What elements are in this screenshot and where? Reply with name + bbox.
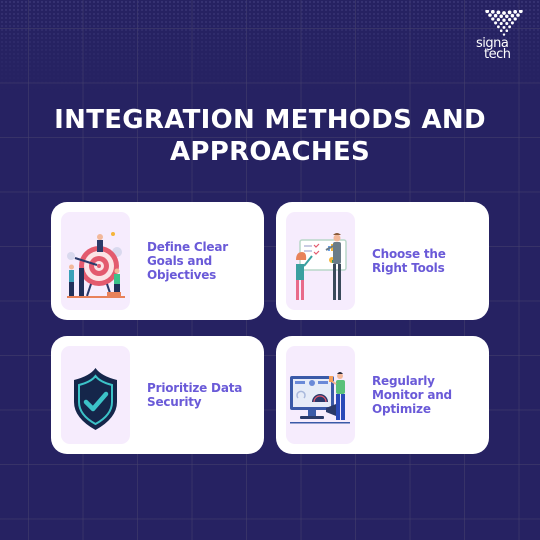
logo-dot: [505, 29, 509, 32]
logo-dot: [507, 17, 512, 22]
logo-dot: [502, 25, 506, 29]
card-label: Define Clear Goals and Objectives: [147, 240, 228, 282]
illustration-panel: [61, 212, 130, 310]
logo-dot: [496, 17, 501, 22]
logo-dot: [510, 13, 515, 18]
card-label: Prioritize Data Security: [147, 381, 243, 409]
logo-dot: [516, 13, 520, 17]
page-title: INTEGRATION METHODS AND APPROACHES: [0, 104, 540, 168]
logo-dot: [491, 17, 495, 21]
card-define-goals: Define Clear Goals and Objectives: [51, 202, 264, 320]
logo-dot: [496, 25, 500, 29]
logo-dot: [502, 11, 506, 15]
logo-dot: [508, 25, 512, 29]
dotted-wave-logo-icon: [485, 10, 523, 36]
monitor-dashboard-illustration: [290, 372, 350, 424]
card-data-security: Prioritize Data Security: [51, 336, 264, 454]
shield-check-illustration: [74, 368, 117, 430]
logo-dot: [505, 14, 509, 19]
whiteboard-planning-illustration: [296, 233, 347, 300]
logo-dot: [513, 17, 517, 21]
logo-dot: [518, 10, 523, 14]
logo-dot: [499, 14, 503, 19]
logo-dot: [510, 21, 514, 25]
logo-dot: [494, 21, 498, 25]
logo-dot: [485, 10, 490, 14]
logo-dot: [488, 13, 492, 17]
illustration-panel: [61, 346, 130, 444]
card-label: Regularly Monitor and Optimize: [372, 374, 452, 416]
illustration-panel: [286, 212, 355, 310]
logo-dot: [505, 21, 509, 26]
title-line1: INTEGRATION METHODS AND: [54, 105, 486, 135]
logo-dot: [490, 10, 495, 14]
logo-dot: [496, 10, 501, 15]
logo-dot: [513, 10, 518, 14]
dot-pattern: [0, 0, 540, 90]
logo-dot: [499, 29, 503, 32]
signatech-logo: signa tech: [472, 10, 532, 66]
logo-dot: [493, 13, 498, 18]
logo-dot: [507, 10, 512, 15]
logo-dot: [499, 21, 503, 26]
title-line2: APPROACHES: [169, 137, 371, 167]
illustration-panel: [286, 346, 355, 444]
card-monitor-optimize: Regularly Monitor and Optimize: [276, 336, 489, 454]
card-label: Choose the Right Tools: [372, 247, 446, 275]
logo-text-line2: tech: [484, 47, 511, 62]
card-choose-tools: Choose the Right Tools: [276, 202, 489, 320]
target-goal-illustration: [67, 232, 125, 298]
logo-dot: [502, 18, 506, 22]
